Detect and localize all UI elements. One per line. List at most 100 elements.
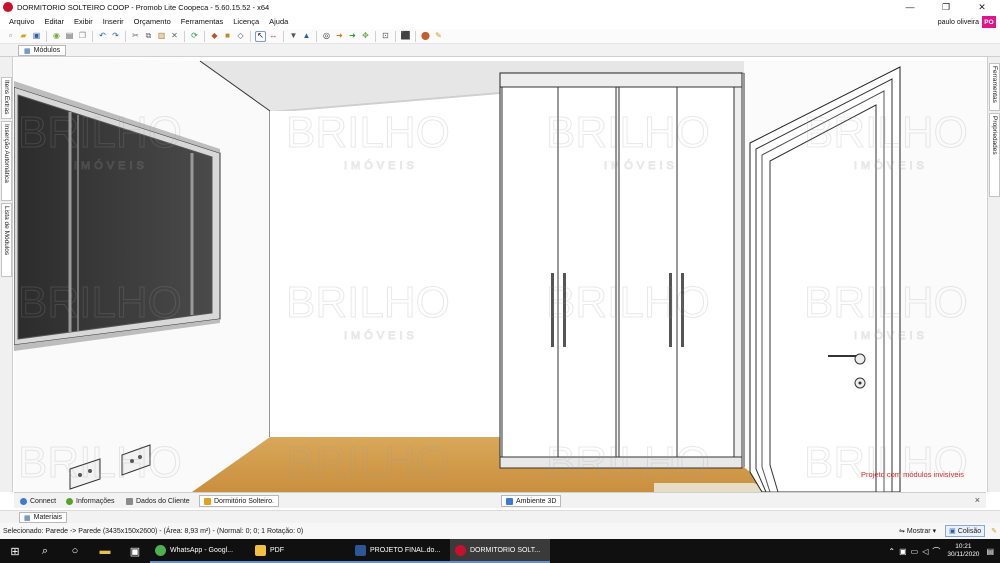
user-name: paulo oliveira	[937, 18, 979, 26]
tab-modulos[interactable]: ▦ Módulos	[18, 45, 67, 56]
collision-label: Colisão	[957, 527, 982, 535]
tab-informacoes[interactable]: Informações	[62, 495, 119, 507]
maximize-button[interactable]: ❐	[928, 0, 964, 14]
toolbar-separator	[46, 30, 47, 42]
taskbar-app-whatsapp[interactable]: WhatsApp - Googl...	[150, 539, 250, 563]
toolbar-separator	[92, 30, 93, 42]
chevron-up-icon[interactable]: ⌃	[888, 547, 895, 556]
tab-dados-cliente[interactable]: Dados do Cliente	[122, 495, 194, 507]
windows-start-icon[interactable]: ⊞	[0, 539, 30, 563]
print-icon[interactable]: ▤	[64, 31, 75, 42]
status-bar: Selecionado: Parede -> Parede (3435x150x…	[0, 523, 1000, 539]
zoom-icon[interactable]: ⊡	[380, 31, 391, 42]
watermark-brand: BRILHO	[18, 108, 182, 157]
taskbar-app-word[interactable]: PROJETO FINAL.do...	[350, 539, 450, 563]
brush-icon[interactable]: ✎	[433, 31, 444, 42]
tab-dormitorio-solteiro[interactable]: Dormitório Solteiro.	[199, 495, 279, 507]
open-icon[interactable]: ▰	[18, 31, 29, 42]
tab-materiais[interactable]: ▦ Materiais	[19, 512, 68, 523]
vtab-ferramentas[interactable]: Ferramentas	[989, 63, 1000, 111]
delete-icon[interactable]: ✕	[169, 31, 180, 42]
battery-icon[interactable]: ▭	[911, 547, 919, 556]
taskbar-app-label: WhatsApp - Googl...	[170, 546, 234, 554]
tab-label: Connect	[30, 497, 57, 505]
vtab-itens-extras[interactable]: Itens Extras	[1, 77, 12, 119]
user-area[interactable]: paulo oliveira PO	[938, 15, 996, 29]
collision-toggle[interactable]: ▣ Colisão	[945, 525, 986, 537]
search-icon[interactable]: ⌕	[30, 539, 60, 563]
clock[interactable]: 10:21 30/11/2020	[947, 543, 979, 559]
show-button[interactable]: ⇋ Mostrar ▾	[896, 525, 939, 537]
copy2-icon[interactable]: ⧉	[143, 31, 154, 42]
watermark-sub: IMÓVEIS	[344, 329, 418, 342]
taskbar-app-label: PROJETO FINAL.do...	[370, 546, 441, 554]
vtab-insercao-automatica[interactable]: Inserção Automática	[1, 121, 12, 201]
menu-ferramentas[interactable]: Ferramentas	[176, 17, 229, 26]
minimize-button[interactable]: —	[892, 0, 928, 14]
avatar[interactable]: PO	[982, 16, 996, 28]
close-button[interactable]: ✕	[964, 0, 1000, 14]
forward-icon[interactable]: ➜	[334, 31, 345, 42]
watermark-brand: BRILHO	[546, 108, 710, 157]
taskbar-app-promob[interactable]: DORMITORIO SOLT...	[450, 539, 550, 563]
toolbar-separator	[316, 30, 317, 42]
task-view-icon[interactable]: ○	[60, 539, 90, 563]
volume-icon[interactable]: ◁	[922, 547, 928, 556]
notifications-icon[interactable]: ▤	[986, 547, 994, 556]
render-icon[interactable]: ◉	[51, 31, 62, 42]
toolbar-separator	[184, 30, 185, 42]
system-tray: ⌃ ▣ ▭ ◁ ⌒ 10:21 30/11/2020 ▤	[888, 539, 1000, 563]
redo-icon[interactable]: ↷	[110, 31, 121, 42]
materials-icon: ▦	[24, 514, 31, 522]
bottom-tabs: Connect Informações Dados do Cliente Dor…	[14, 492, 986, 508]
back-icon[interactable]: ➜	[347, 31, 358, 42]
menu-orcamento[interactable]: Orçamento	[129, 17, 176, 26]
network-icon[interactable]: ⌒	[932, 546, 940, 557]
paste-icon[interactable]: ▥	[156, 31, 167, 42]
main-toolbar: ▫ ▰ ▣ ◉ ▤ ❐ ↶ ↷ ✂ ⧉ ▥ ✕ ⟳ ◆ ■ ◇ ↖ ↔ ▼ ▲ …	[0, 29, 1000, 44]
watermark-brand: BRILHO	[286, 108, 450, 157]
watermark-brand: BRILHO	[804, 108, 968, 157]
connect-icon	[20, 497, 27, 505]
tab-connect[interactable]: Connect	[16, 495, 60, 507]
box-icon[interactable]: ■	[222, 31, 233, 42]
refresh-icon[interactable]: ⟳	[189, 31, 200, 42]
menu-inserir[interactable]: Inserir	[98, 17, 129, 26]
vtab-lista-modulos[interactable]: Lista de Módulos	[1, 203, 12, 277]
3d-viewport[interactable]: BRILHO IMÓVEIS BRILHO IMÓVEIS BRILHO IMÓ…	[14, 57, 986, 492]
menu-licenca[interactable]: Licença	[228, 17, 264, 26]
cube-icon[interactable]: ⬛	[400, 31, 411, 42]
copy-icon[interactable]: ❐	[77, 31, 88, 42]
eye-icon[interactable]: ◎	[321, 31, 332, 42]
undo-icon[interactable]: ↶	[97, 31, 108, 42]
measure-icon[interactable]: ↔	[268, 31, 279, 42]
vtab-propriedades[interactable]: Propriedades	[989, 113, 1000, 197]
new-icon[interactable]: ▫	[5, 31, 16, 42]
tray-app-icon[interactable]: ▣	[899, 547, 907, 556]
store-icon[interactable]: ▣	[120, 539, 150, 563]
modules-icon: ▦	[24, 47, 31, 55]
save-icon[interactable]: ▣	[31, 31, 42, 42]
shape-icon[interactable]: ◆	[209, 31, 220, 42]
select-cursor-icon[interactable]: ↖	[255, 30, 266, 42]
view-icon[interactable]: ▼	[288, 31, 299, 42]
pin-icon[interactable]: ✎	[991, 527, 997, 535]
close-tab-icon[interactable]: ×	[975, 495, 980, 505]
menu-ajuda[interactable]: Ajuda	[264, 17, 293, 26]
taskbar-app-pdf[interactable]: PDF	[250, 539, 350, 563]
move-icon[interactable]: ✥	[360, 31, 371, 42]
3d-icon[interactable]: ▲	[301, 31, 312, 42]
menu-editar[interactable]: Editar	[39, 17, 69, 26]
show-label: Mostrar	[906, 527, 931, 535]
collision-icon: ▣	[949, 528, 956, 535]
tab-ambiente-3d[interactable]: Ambiente 3D	[501, 495, 562, 507]
file-explorer-icon[interactable]: ▬	[90, 539, 120, 563]
left-sidebar: Itens Extras Inserção Automática Lista d…	[0, 57, 13, 492]
menu-exibir[interactable]: Exibir	[69, 17, 98, 26]
watermark-sub: IMÓVEIS	[74, 159, 148, 172]
polygon-icon[interactable]: ◇	[235, 31, 246, 42]
cut-icon[interactable]: ✂	[130, 31, 141, 42]
menu-arquivo[interactable]: Arquivo	[4, 17, 39, 26]
room-render: BRILHO IMÓVEIS BRILHO IMÓVEIS BRILHO IMÓ…	[14, 57, 986, 492]
paint-icon[interactable]: ⬤	[420, 31, 431, 42]
